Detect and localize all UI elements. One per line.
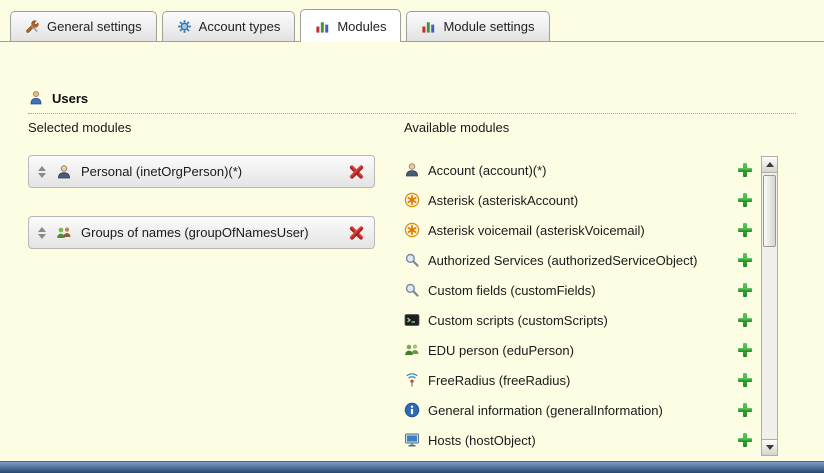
module-label: Custom scripts (customScripts)	[428, 313, 729, 328]
module-label: Asterisk voicemail (asteriskVoicemail)	[428, 223, 729, 238]
add-module-button[interactable]	[737, 252, 753, 268]
available-module-row: EDU person (eduPerson)	[404, 335, 753, 365]
tab-account-types[interactable]: Account types	[162, 11, 296, 41]
tab-label: Account types	[199, 19, 281, 34]
available-module-row: Hosts (hostObject)	[404, 425, 753, 455]
selected-module-row: Personal (inetOrgPerson)(*)	[28, 155, 375, 188]
users-section-header: Users	[28, 90, 796, 114]
add-module-button[interactable]	[737, 222, 753, 238]
module-label: Account (account)(*)	[428, 163, 729, 178]
available-modules-heading: Available modules	[404, 120, 778, 135]
edu-person-icon	[404, 342, 420, 358]
terminal-icon	[404, 312, 420, 328]
arrow-up-icon	[766, 162, 774, 167]
tab-module-settings[interactable]: Module settings	[406, 11, 549, 41]
available-module-row: Asterisk (asteriskAccount)	[404, 185, 753, 215]
footer-bar	[0, 461, 824, 473]
add-module-button[interactable]	[737, 432, 753, 448]
gear-icon	[177, 19, 192, 34]
tab-general-settings[interactable]: General settings	[10, 11, 157, 41]
module-label: Authorized Services (authorizedServiceOb…	[428, 253, 729, 268]
magnifier-icon	[404, 252, 420, 268]
module-label: General information (generalInformation)	[428, 403, 729, 418]
tab-bar: General settings Account types Modules M…	[0, 0, 824, 42]
users-icon	[28, 90, 44, 106]
tools-icon	[25, 19, 40, 34]
available-module-row: Custom fields (customFields)	[404, 275, 753, 305]
module-label: FreeRadius (freeRadius)	[428, 373, 729, 388]
scrollbar-thumb[interactable]	[763, 175, 776, 247]
available-module-row: FreeRadius (freeRadius)	[404, 365, 753, 395]
selected-modules-panel: Selected modules Personal (inetOrgPerson…	[28, 120, 378, 277]
tab-label: Modules	[337, 19, 386, 34]
available-module-row: Authorized Services (authorizedServiceOb…	[404, 245, 753, 275]
user-icon	[56, 164, 72, 180]
computer-icon	[404, 432, 420, 448]
scroll-down-button[interactable]	[762, 439, 777, 455]
tab-modules[interactable]: Modules	[300, 9, 401, 42]
arrow-down-icon	[766, 445, 774, 450]
sort-handle-icon[interactable]	[37, 227, 47, 239]
module-label: Hosts (hostObject)	[428, 433, 729, 448]
selected-modules-heading: Selected modules	[28, 120, 378, 135]
available-modules-panel: Available modules Account (account)(*) A…	[404, 120, 778, 455]
available-module-row: General information (generalInformation)	[404, 395, 753, 425]
add-module-button[interactable]	[737, 282, 753, 298]
module-label: Personal (inetOrgPerson)(*)	[81, 164, 340, 179]
scroll-up-button[interactable]	[762, 157, 777, 173]
sort-handle-icon[interactable]	[37, 166, 47, 178]
antenna-icon	[404, 372, 420, 388]
asterisk-icon	[404, 192, 420, 208]
available-modules-list: Account (account)(*) Asterisk (asteriskA…	[404, 155, 753, 455]
add-module-button[interactable]	[737, 192, 753, 208]
add-module-button[interactable]	[737, 342, 753, 358]
tab-label: Module settings	[443, 19, 534, 34]
asterisk-icon	[404, 222, 420, 238]
magnifier-icon	[404, 282, 420, 298]
available-module-row: Custom scripts (customScripts)	[404, 305, 753, 335]
module-settings-icon	[421, 19, 436, 34]
available-module-row: Account (account)(*)	[404, 155, 753, 185]
selected-module-row: Groups of names (groupOfNamesUser)	[28, 216, 375, 249]
info-icon	[404, 402, 420, 418]
module-label: Asterisk (asteriskAccount)	[428, 193, 729, 208]
add-module-button[interactable]	[737, 402, 753, 418]
remove-module-button[interactable]	[349, 225, 364, 240]
module-label: Groups of names (groupOfNamesUser)	[81, 225, 340, 240]
group-icon	[56, 225, 72, 241]
module-label: Custom fields (customFields)	[428, 283, 729, 298]
scrollbar[interactable]	[761, 156, 778, 456]
tab-label: General settings	[47, 19, 142, 34]
user-icon	[404, 162, 420, 178]
add-module-button[interactable]	[737, 372, 753, 388]
available-module-row: Asterisk voicemail (asteriskVoicemail)	[404, 215, 753, 245]
module-label: EDU person (eduPerson)	[428, 343, 729, 358]
page-title: Users	[52, 91, 88, 106]
remove-module-button[interactable]	[349, 164, 364, 179]
add-module-button[interactable]	[737, 312, 753, 328]
add-module-button[interactable]	[737, 162, 753, 178]
modules-icon	[315, 19, 330, 34]
